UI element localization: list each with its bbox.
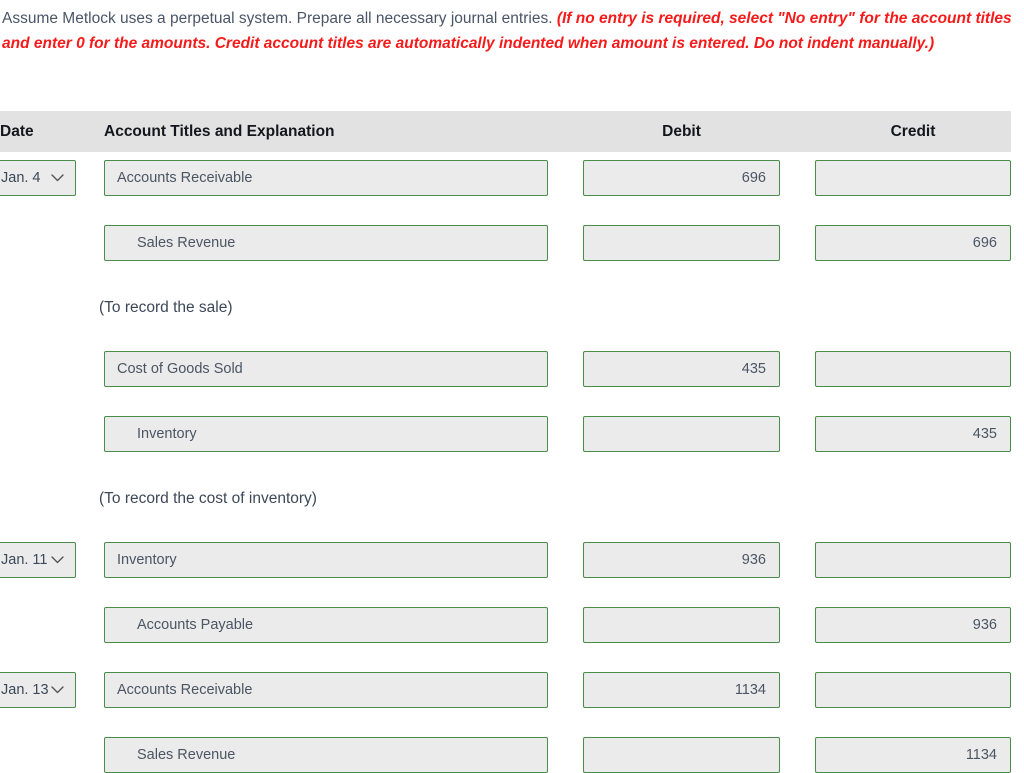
debit-amount-input[interactable]: 1134: [583, 672, 780, 708]
journal-explanation-row: (To record the sale): [0, 290, 1024, 326]
journal-table-header: Date Account Titles and Explanation Debi…: [0, 111, 1011, 152]
journal-entry-row: Inventory 435: [0, 416, 1024, 452]
journal-entry-row: Sales Revenue 1134: [0, 737, 1024, 773]
date-select[interactable]: Jan. 13: [0, 672, 76, 708]
account-title-input[interactable]: Sales Revenue: [104, 737, 548, 773]
account-title-input[interactable]: Accounts Payable: [104, 607, 548, 643]
credit-amount-input[interactable]: 696: [815, 225, 1011, 261]
credit-amount-input[interactable]: [815, 160, 1011, 196]
account-title-input[interactable]: Inventory: [104, 542, 548, 578]
journal-entry-row: Jan. 11 Inventory 936: [0, 542, 1024, 578]
account-title-input[interactable]: Cost of Goods Sold: [104, 351, 548, 387]
journal-entry-row: Jan. 4 Accounts Receivable 696: [0, 160, 1024, 196]
journal-explanation-row: (To record the cost of inventory): [0, 481, 1024, 517]
account-title-input[interactable]: Accounts Receivable: [104, 160, 548, 196]
account-title-input[interactable]: Accounts Receivable: [104, 672, 548, 708]
column-header-date: Date: [0, 123, 34, 140]
credit-amount-input[interactable]: [815, 542, 1011, 578]
debit-amount-input[interactable]: 696: [583, 160, 780, 196]
journal-entry-row: Sales Revenue 696: [0, 225, 1024, 261]
debit-amount-input[interactable]: [583, 737, 780, 773]
journal-entry-row: Cost of Goods Sold 435: [0, 351, 1024, 387]
account-title-input[interactable]: Sales Revenue: [104, 225, 548, 261]
credit-amount-input[interactable]: [815, 351, 1011, 387]
debit-amount-input[interactable]: 936: [583, 542, 780, 578]
instructions-main-text: Assume Metlock uses a perpetual system. …: [2, 10, 557, 27]
account-title-input[interactable]: Inventory: [104, 416, 548, 452]
date-select-value: Jan. 11: [1, 552, 48, 568]
date-select-value: Jan. 13: [1, 682, 49, 698]
date-select-value: Jan. 4: [1, 170, 41, 186]
explanation-text: (To record the sale): [99, 299, 233, 316]
chevron-down-icon: [47, 174, 67, 182]
debit-amount-input[interactable]: [583, 607, 780, 643]
chevron-down-icon: [49, 686, 67, 694]
credit-amount-input[interactable]: 435: [815, 416, 1011, 452]
chevron-down-icon: [48, 556, 68, 564]
debit-amount-input[interactable]: 435: [583, 351, 780, 387]
column-header-debit: Debit: [662, 123, 701, 140]
debit-amount-input[interactable]: [583, 416, 780, 452]
column-header-account: Account Titles and Explanation: [104, 123, 335, 140]
instructions-paragraph: Assume Metlock uses a perpetual system. …: [2, 6, 1012, 56]
date-select[interactable]: Jan. 11: [0, 542, 76, 578]
credit-amount-input[interactable]: 936: [815, 607, 1011, 643]
credit-amount-input[interactable]: [815, 672, 1011, 708]
credit-amount-input[interactable]: 1134: [815, 737, 1011, 773]
journal-entry-row: Accounts Payable 936: [0, 607, 1024, 643]
column-header-credit: Credit: [890, 123, 936, 140]
debit-amount-input[interactable]: [583, 225, 780, 261]
date-select[interactable]: Jan. 4: [0, 160, 76, 196]
explanation-text: (To record the cost of inventory): [99, 490, 317, 507]
journal-entry-row: Jan. 13 Accounts Receivable 1134: [0, 672, 1024, 708]
